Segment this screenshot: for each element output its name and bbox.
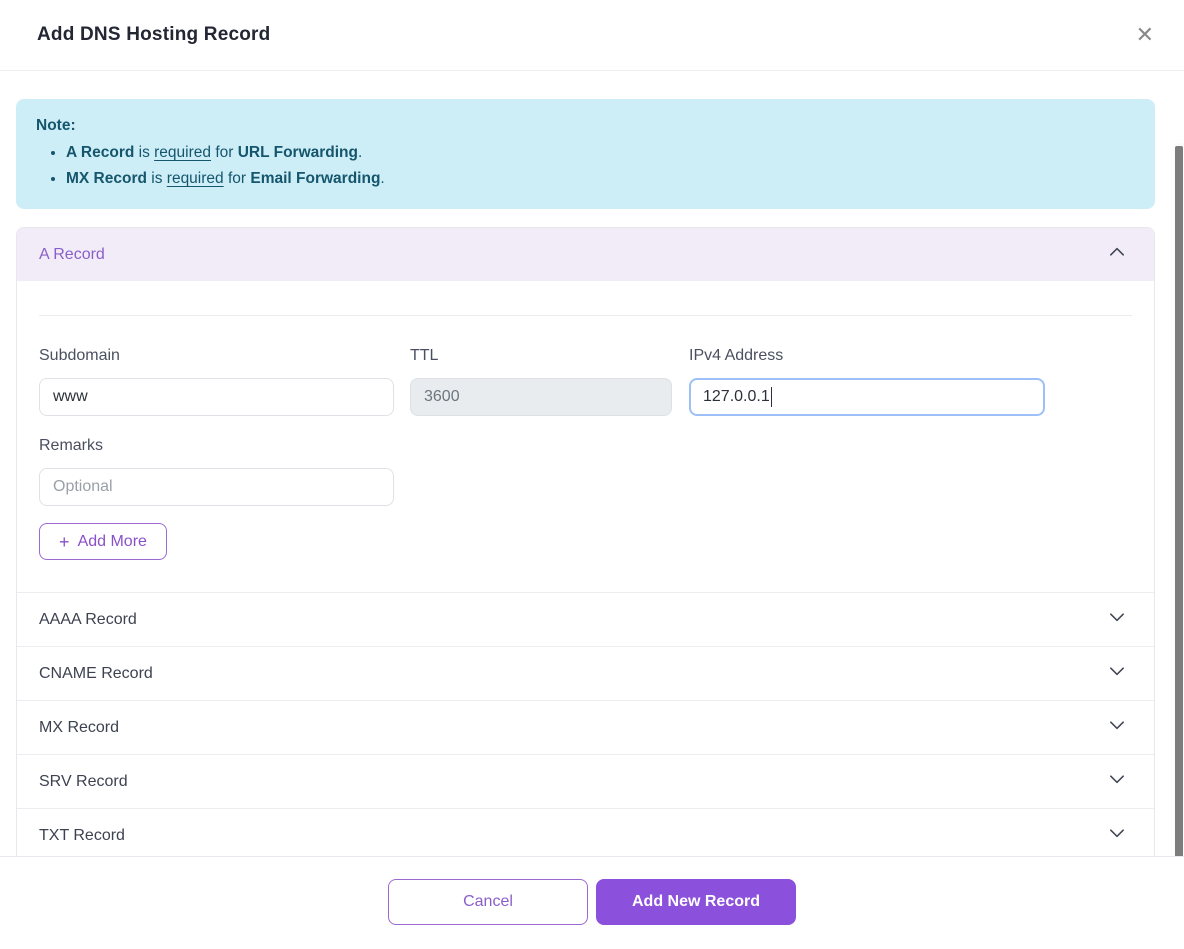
accordion-header-aaaa-record[interactable]: AAAA Record — [17, 593, 1154, 646]
accordion-header-srv-record[interactable]: SRV Record — [17, 755, 1154, 808]
note-box: Note: A Record is required for URL Forwa… — [16, 99, 1155, 209]
accordion-item-srv-record: SRV Record — [17, 754, 1154, 808]
remarks-label: Remarks — [39, 437, 394, 455]
record-type-accordion: A Record Subdomain TTL — [16, 227, 1155, 856]
ipv4-field-group: IPv4 Address 127.0.0.1 — [689, 347, 1045, 416]
accordion-item-mx-record: MX Record — [17, 700, 1154, 754]
note-record-name: A Record — [66, 144, 134, 161]
scrollbar-thumb[interactable] — [1175, 146, 1183, 856]
note-feature-name: URL Forwarding — [238, 144, 358, 161]
a-record-form-row-2: Remarks — [39, 437, 1132, 506]
text-caret — [771, 387, 773, 407]
add-new-record-button[interactable]: Add New Record — [596, 879, 796, 925]
note-item-a-record: A Record is required for URL Forwarding. — [66, 140, 1135, 166]
accordion-item-aaaa-record: AAAA Record — [17, 592, 1154, 646]
accordion-item-txt-record: TXT Record — [17, 808, 1154, 856]
chevron-down-icon — [1108, 662, 1126, 685]
add-dns-record-modal: Add DNS Hosting Record ✕ Note: A Record … — [0, 0, 1184, 949]
modal-footer: Cancel Add New Record — [0, 856, 1184, 949]
modal-title: Add DNS Hosting Record — [37, 24, 270, 46]
ttl-label: TTL — [410, 347, 672, 365]
note-feature-name: Email Forwarding — [250, 170, 380, 187]
note-text: . — [380, 170, 384, 187]
chevron-down-icon — [1108, 716, 1126, 739]
note-required-text: required — [167, 170, 224, 187]
accordion-header-txt-record[interactable]: TXT Record — [17, 809, 1154, 856]
add-more-label: Add More — [78, 533, 147, 551]
modal-body: Note: A Record is required for URL Forwa… — [0, 71, 1184, 856]
chevron-down-icon — [1108, 608, 1126, 631]
ipv4-value: 127.0.0.1 — [703, 388, 770, 406]
cancel-button[interactable]: Cancel — [388, 879, 588, 925]
chevron-up-icon — [1108, 243, 1126, 266]
close-icon[interactable]: ✕ — [1130, 20, 1160, 50]
accordion-item-cname-record: CNAME Record — [17, 646, 1154, 700]
accordion-label: TXT Record — [39, 827, 125, 845]
panel-divider — [39, 315, 1132, 316]
a-record-panel: Subdomain TTL IPv4 Address 127.0.0.1 — [17, 315, 1154, 592]
ipv4-label: IPv4 Address — [689, 347, 1045, 365]
accordion-header-mx-record[interactable]: MX Record — [17, 701, 1154, 754]
note-heading: Note: — [36, 114, 1135, 138]
note-text: is — [147, 170, 167, 187]
note-text: for — [224, 170, 251, 187]
subdomain-input[interactable] — [39, 378, 394, 416]
note-text: for — [211, 144, 238, 161]
accordion-label: A Record — [39, 246, 105, 264]
accordion-item-a-record: A Record Subdomain TTL — [17, 228, 1154, 592]
remarks-input[interactable] — [39, 468, 394, 506]
chevron-down-icon — [1108, 824, 1126, 847]
accordion-label: MX Record — [39, 719, 119, 737]
accordion-header-cname-record[interactable]: CNAME Record — [17, 647, 1154, 700]
accordion-label: SRV Record — [39, 773, 128, 791]
note-text: . — [358, 144, 362, 161]
note-list: A Record is required for URL Forwarding.… — [66, 140, 1135, 192]
accordion-label: AAAA Record — [39, 611, 137, 629]
remarks-field-group: Remarks — [39, 437, 394, 506]
accordion-label: CNAME Record — [39, 665, 153, 683]
chevron-down-icon — [1108, 770, 1126, 793]
note-record-name: MX Record — [66, 170, 147, 187]
subdomain-field-group: Subdomain — [39, 347, 394, 416]
note-required-text: required — [154, 144, 211, 161]
ttl-input — [410, 378, 672, 416]
note-item-mx-record: MX Record is required for Email Forwardi… — [66, 166, 1135, 192]
note-text: is — [134, 144, 154, 161]
modal-header: Add DNS Hosting Record ✕ — [0, 0, 1184, 71]
ttl-field-group: TTL — [410, 347, 672, 416]
vertical-scrollbar[interactable] — [1174, 143, 1184, 856]
plus-icon: + — [59, 533, 70, 551]
subdomain-label: Subdomain — [39, 347, 394, 365]
a-record-form-row-1: Subdomain TTL IPv4 Address 127.0.0.1 — [39, 347, 1132, 416]
ipv4-input[interactable]: 127.0.0.1 — [689, 378, 1045, 416]
accordion-header-a-record[interactable]: A Record — [17, 228, 1154, 281]
add-more-button[interactable]: + Add More — [39, 523, 167, 560]
